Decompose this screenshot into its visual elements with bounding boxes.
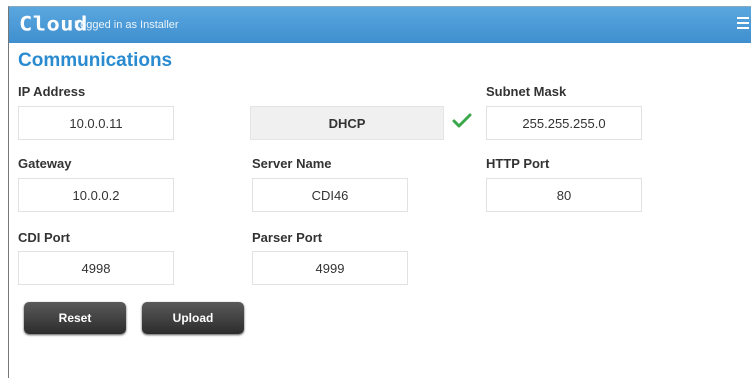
gateway-field[interactable]: 10.0.0.2 bbox=[18, 178, 174, 212]
gateway-label: Gateway bbox=[18, 156, 72, 171]
cdi-port-field[interactable]: 4998 bbox=[18, 251, 174, 285]
ip-address-label: IP Address bbox=[18, 84, 86, 99]
hamburger-menu-icon[interactable] bbox=[737, 17, 749, 31]
dhcp-toggle-button[interactable]: DHCP bbox=[250, 106, 444, 140]
reset-button[interactable]: Reset bbox=[24, 302, 126, 334]
cdi-port-label: CDI Port bbox=[18, 230, 70, 245]
subnet-mask-field[interactable]: 255.255.255.0 bbox=[486, 106, 642, 140]
parser-port-label: Parser Port bbox=[252, 230, 323, 245]
subnet-mask-label: Subnet Mask bbox=[486, 84, 567, 99]
header-bar: Cloud Logged in as Installer bbox=[9, 7, 751, 43]
checkmark-icon bbox=[452, 113, 472, 128]
logged-in-status: Logged in as Installer bbox=[74, 19, 179, 31]
page-title: Communications bbox=[18, 50, 173, 71]
server-name-field[interactable]: CDI46 bbox=[252, 178, 408, 212]
upload-button[interactable]: Upload bbox=[142, 302, 244, 334]
http-port-label: HTTP Port bbox=[486, 156, 550, 171]
http-port-field[interactable]: 80 bbox=[486, 178, 642, 212]
server-name-label: Server Name bbox=[252, 156, 332, 171]
ip-address-field[interactable]: 10.0.0.11 bbox=[18, 106, 174, 140]
parser-port-field[interactable]: 4999 bbox=[252, 251, 408, 285]
